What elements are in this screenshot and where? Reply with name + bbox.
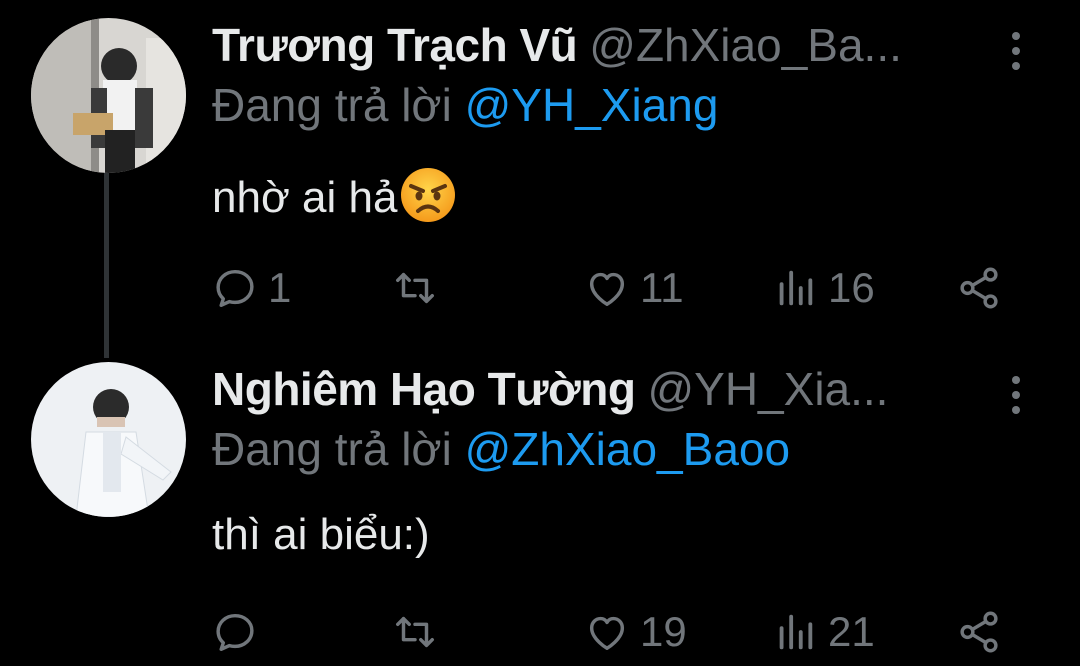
- tweet-header: Nghiêm Hạo Tường @YH_Xia...: [212, 362, 1012, 422]
- like-button[interactable]: 19: [584, 602, 687, 662]
- avatar-image-2: [31, 362, 186, 517]
- views-icon: [779, 614, 813, 650]
- share-icon: [960, 267, 998, 309]
- reply-count: 1: [268, 264, 292, 311]
- share-button[interactable]: [956, 258, 1002, 318]
- like-count: 19: [640, 608, 687, 655]
- reply-to-line: Đang trả lời @ZhXiao_Baoo: [212, 422, 790, 476]
- reply-button[interactable]: [212, 602, 268, 662]
- like-button[interactable]: 11: [584, 258, 684, 318]
- reply-mention-link[interactable]: @ZhXiao_Baoo: [465, 423, 790, 475]
- tweet-text: nhờ ai hả: [212, 166, 457, 224]
- angry-face-emoji: [401, 168, 456, 222]
- views-count: 16: [828, 264, 875, 311]
- retweet-button[interactable]: [392, 602, 448, 662]
- views-icon: [779, 270, 813, 306]
- retweet-icon: [396, 616, 434, 648]
- reply-icon: [216, 269, 254, 307]
- avatar[interactable]: [31, 362, 186, 517]
- views-count: 21: [828, 608, 875, 655]
- author-handle[interactable]: @ZhXiao_Ba...: [589, 19, 902, 71]
- author-handle[interactable]: @YH_Xia...: [647, 363, 888, 415]
- more-options-icon[interactable]: [1004, 32, 1028, 82]
- reply-prefix: Đang trả lời: [212, 423, 452, 475]
- like-count: 11: [640, 264, 684, 311]
- retweet-button[interactable]: [392, 258, 448, 318]
- share-icon: [960, 611, 998, 653]
- more-options-icon[interactable]: [1004, 376, 1028, 426]
- reply-to-line: Đang trả lời @YH_Xiang: [212, 78, 718, 132]
- share-button[interactable]: [956, 602, 1002, 662]
- reply-icon: [216, 613, 254, 651]
- tweet-actions: 19 21: [212, 602, 1012, 662]
- retweet-icon: [396, 272, 434, 304]
- tweet-text-content: nhờ ai hả: [212, 173, 398, 222]
- reply-button[interactable]: 1: [212, 258, 291, 318]
- tweet-actions: 1 11 16: [212, 258, 1012, 318]
- tweet-text-content: thì ai biểu:): [212, 510, 430, 559]
- thread-connector-line: [104, 172, 109, 358]
- reply-mention-link[interactable]: @YH_Xiang: [465, 79, 719, 131]
- like-icon: [589, 272, 625, 307]
- author-name[interactable]: Trương Trạch Vũ: [212, 19, 578, 71]
- author-name[interactable]: Nghiêm Hạo Tường: [212, 363, 636, 415]
- tweet-text: thì ai biểu:): [212, 510, 430, 560]
- reply-prefix: Đang trả lời: [212, 79, 452, 131]
- views-button[interactable]: 16: [772, 258, 875, 318]
- like-icon: [589, 616, 625, 651]
- views-button[interactable]: 21: [772, 602, 875, 662]
- avatar-image-1: [31, 18, 186, 173]
- tweet-header: Trương Trạch Vũ @ZhXiao_Ba...: [212, 18, 1012, 78]
- avatar[interactable]: [31, 18, 186, 173]
